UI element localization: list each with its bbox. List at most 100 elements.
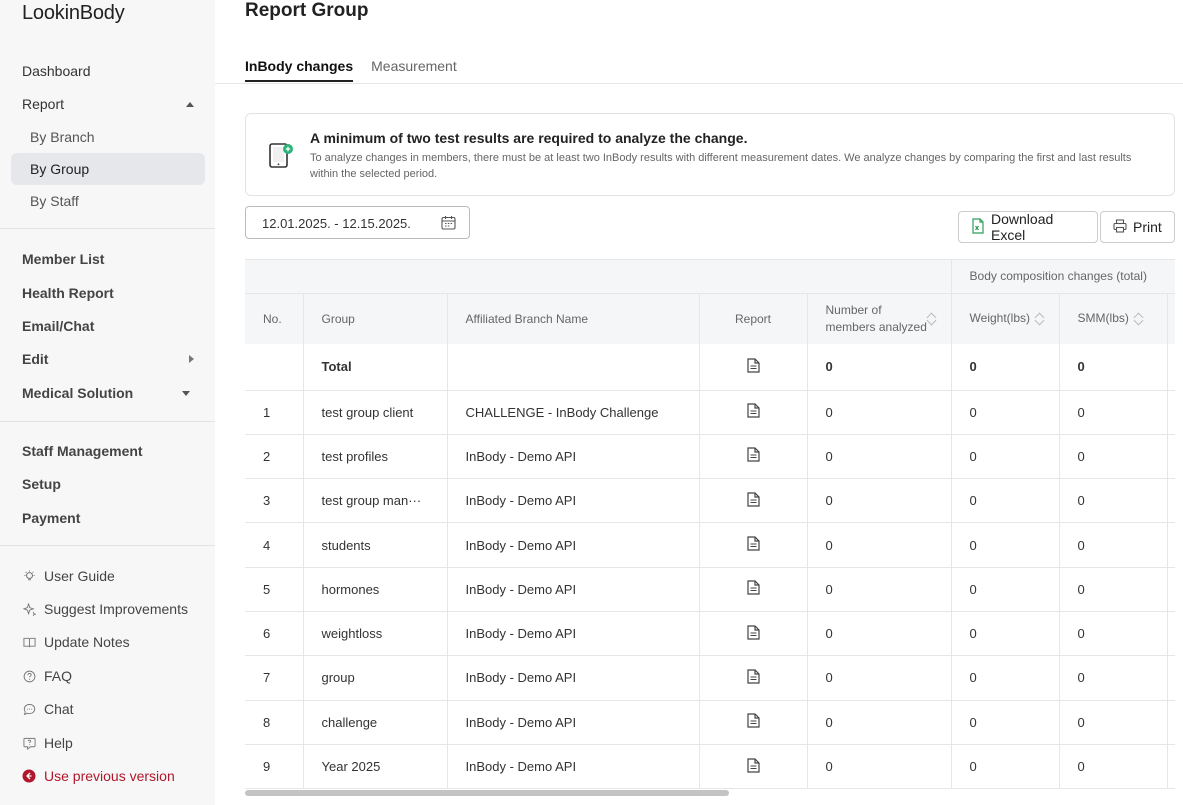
nav-health-report[interactable]: Health Report <box>22 285 114 301</box>
nav-faq-label: FAQ <box>44 668 73 684</box>
nav-update-notes[interactable]: Update Notes <box>22 634 130 650</box>
document-icon[interactable] <box>746 669 760 687</box>
cell-no: 2 <box>245 434 304 480</box>
cell-weight: 0 <box>951 700 1060 745</box>
document-icon[interactable] <box>746 625 760 643</box>
cell-branch: InBody - Demo API <box>447 611 700 657</box>
nav-medical-solution-label: Medical Solution <box>22 385 134 401</box>
date-range-picker[interactable]: 12.01.2025. - 12.15.2025. <box>245 206 470 239</box>
col-header-weight[interactable]: Weight(lbs) <box>951 292 1060 344</box>
sort-icon <box>1135 312 1143 326</box>
nav-faq[interactable]: FAQ <box>22 668 72 684</box>
table-row-total: Total 0 0 0 <box>245 344 1175 391</box>
cell-smm: 0 <box>1059 655 1168 701</box>
col-header-smm[interactable]: SMM(lbs) <box>1059 292 1168 344</box>
table-row[interactable]: 5 hormones InBody - Demo API 0 0 0 <box>245 567 1175 612</box>
cell-report <box>699 700 808 745</box>
col-header-members-label: Number of members analyzed <box>825 302 927 334</box>
nav-chat[interactable]: Chat <box>22 701 74 717</box>
cell-members: 0 <box>807 390 952 435</box>
table-row[interactable]: 4 students InBody - Demo API 0 0 0 <box>245 522 1175 568</box>
cell-smm: 0 <box>1059 611 1168 657</box>
sidebar-divider <box>0 545 215 546</box>
nav-report-by-group[interactable]: By Group <box>11 153 205 185</box>
cell-report <box>699 567 808 612</box>
table-row[interactable]: 8 challenge InBody - Demo API 0 0 0 <box>245 700 1175 745</box>
sidebar-divider <box>0 228 215 229</box>
download-excel-label: Download Excel <box>991 211 1054 243</box>
app-logo[interactable]: LookinBody <box>22 2 125 25</box>
table-body: Total 0 0 0 1 test group client CHALLENGE … <box>245 344 1175 790</box>
table-row[interactable]: 7 group InBody - Demo API 0 0 0 <box>245 655 1175 701</box>
nav-report-label: Report <box>22 96 65 112</box>
nav-staff-management[interactable]: Staff Management <box>22 443 143 459</box>
print-button[interactable]: Print <box>1100 211 1175 243</box>
nav-payment[interactable]: Payment <box>22 510 80 526</box>
col-header-branch: Affiliated Branch Name <box>447 292 700 344</box>
cell-smm: 0 <box>1059 478 1168 524</box>
document-icon[interactable] <box>746 713 760 731</box>
document-icon[interactable] <box>746 536 760 554</box>
cell-no <box>245 344 304 391</box>
sparkle-icon <box>22 602 36 616</box>
nav-help[interactable]: Help <box>22 735 73 751</box>
nav-email-chat[interactable]: Email/Chat <box>22 318 94 334</box>
document-icon[interactable] <box>746 580 760 598</box>
cell-overflow <box>1167 744 1175 790</box>
table-row[interactable]: 1 test group client CHALLENGE - InBody Cha… <box>245 390 1175 435</box>
download-excel-button[interactable]: Download Excel <box>958 211 1098 243</box>
cell-group: weightloss <box>303 611 448 657</box>
cell-overflow <box>1167 700 1175 745</box>
document-icon[interactable] <box>746 403 760 421</box>
sidebar-divider <box>0 421 215 422</box>
document-icon[interactable] <box>746 492 760 510</box>
table-row[interactable]: 2 test profiles InBody - Demo API 0 0 0 <box>245 434 1175 480</box>
nav-report-by-staff[interactable]: By Staff <box>11 185 205 217</box>
table-row[interactable]: 9 Year 2025 InBody - Demo API 0 0 0 <box>245 744 1175 790</box>
cell-members: 0 <box>807 434 952 480</box>
col-header-no: No. <box>245 292 304 344</box>
cell-overflow <box>1167 522 1175 568</box>
cell-group: test group client <box>303 390 448 435</box>
col-header-members[interactable]: Number of members analyzed <box>807 292 952 344</box>
cell-no: 6 <box>245 611 304 657</box>
use-previous-version-link[interactable]: Use previous version <box>22 768 175 784</box>
tab-inbody-changes[interactable]: InBody changes <box>245 58 354 82</box>
nav-member-list[interactable]: Member List <box>22 251 104 267</box>
sort-icon <box>1036 312 1044 326</box>
nav-medical-solution[interactable]: Medical Solution <box>22 385 190 401</box>
nav-suggest-improvements-label: Suggest Improvements <box>44 601 188 617</box>
cell-members: 0 <box>807 567 952 612</box>
nav-edit[interactable]: Edit <box>22 351 194 367</box>
cell-weight: 0 <box>951 390 1060 435</box>
report-table: Body composition changes (total) No. Gro… <box>245 260 1175 790</box>
table-row[interactable]: 3 test group man··· InBody - Demo API 0 0 0 <box>245 478 1175 524</box>
tab-measurement[interactable]: Measurement <box>371 58 457 82</box>
nav-edit-label: Edit <box>22 351 49 367</box>
cell-overflow <box>1167 434 1175 480</box>
nav-suggest-improvements[interactable]: Suggest Improvements <box>22 601 188 617</box>
cell-group: hormones <box>303 567 448 612</box>
table-row[interactable]: 6 weightloss InBody - Demo API 0 0 0 <box>245 611 1175 657</box>
nav-dashboard[interactable]: Dashboard <box>22 63 91 79</box>
cell-report <box>699 344 808 391</box>
book-icon <box>22 635 36 649</box>
horizontal-scrollbar[interactable] <box>245 790 729 796</box>
cell-report <box>699 522 808 568</box>
document-icon[interactable] <box>746 447 760 465</box>
cell-weight: 0 <box>951 611 1060 657</box>
nav-user-guide[interactable]: User Guide <box>22 568 115 584</box>
calendar-icon[interactable] <box>441 215 456 235</box>
document-icon[interactable] <box>746 757 760 776</box>
cell-group: students <box>303 522 448 568</box>
excel-icon <box>971 217 985 237</box>
chevron-down-icon <box>182 391 190 396</box>
nav-report[interactable]: Report <box>22 96 194 112</box>
nav-help-label: Help <box>44 735 73 751</box>
nav-report-by-branch[interactable]: By Branch <box>11 121 205 153</box>
cell-weight: 0 <box>951 655 1060 701</box>
nav-setup[interactable]: Setup <box>22 476 61 492</box>
printer-icon <box>1113 218 1127 236</box>
document-icon[interactable] <box>746 358 760 376</box>
cell-members: 0 <box>807 655 952 701</box>
